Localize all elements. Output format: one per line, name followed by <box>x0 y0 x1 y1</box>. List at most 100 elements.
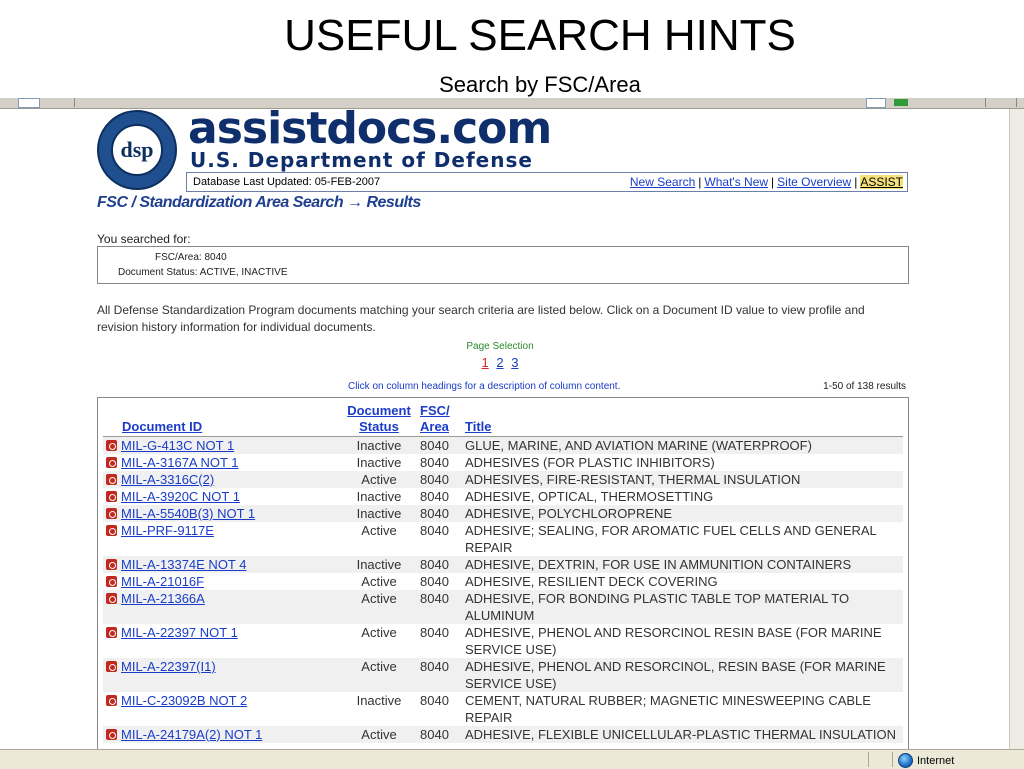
cell-document-id: MIL-A-22397 NOT 1 <box>103 624 341 658</box>
acrobat-document-icon[interactable] <box>106 576 117 587</box>
acrobat-document-icon[interactable] <box>106 729 117 740</box>
document-id-link[interactable]: MIL-A-22397(I1) <box>121 659 216 674</box>
table-row: MIL-A-3920C NOT 1 Inactive 8040 ADHESIVE, O… <box>103 488 903 505</box>
col-header-title[interactable]: Title <box>462 402 903 437</box>
col-header-status-line1[interactable]: Document <box>347 403 411 418</box>
document-id-link[interactable]: MIL-PRF-9117E <box>121 523 214 538</box>
results-heading: FSC / Standardization Area Search → Resu… <box>97 194 421 211</box>
document-id-link[interactable]: MIL-G-413C NOT 1 <box>121 438 234 453</box>
assist-link[interactable]: ASSIST <box>860 175 903 189</box>
status-divider <box>892 752 893 767</box>
col-header-fsc-area[interactable]: FSC/Area <box>417 402 462 437</box>
cell-document-id: MIL-PRF-9117E <box>103 522 341 556</box>
top-links: New Search | What's New | Site Overview | ASSI… <box>630 173 903 191</box>
link-separator: | <box>854 175 858 189</box>
acrobat-document-icon[interactable] <box>106 695 117 706</box>
document-id-link[interactable]: MIL-A-3167A NOT 1 <box>121 455 239 470</box>
cell-title: ADHESIVE, POLYCHLOROPRENE <box>462 505 903 522</box>
document-id-link[interactable]: MIL-A-13374E NOT 4 <box>121 557 246 572</box>
cell-document-status: Active <box>341 590 417 624</box>
table-row: MIL-A-22397(I1) Active 8040 ADHESIVE, PHENO… <box>103 658 903 692</box>
results-body: MIL-G-413C NOT 1 Inactive 8040 GLUE, MARINE… <box>103 437 903 743</box>
cell-fsc-area: 8040 <box>420 625 449 640</box>
page-link-2[interactable]: 2 <box>496 355 503 370</box>
table-row: MIL-A-3316C(2) Active 8040 ADHESIVES, FIRE-… <box>103 471 903 488</box>
document-id-link[interactable]: MIL-A-21016F <box>121 574 204 589</box>
toolbar-separator <box>985 98 986 107</box>
page-link-1[interactable]: 1 <box>482 355 489 370</box>
cell-document-id: MIL-A-3920C NOT 1 <box>103 488 341 505</box>
searched-for-label: You searched for: <box>97 232 191 246</box>
table-row: MIL-A-3167A NOT 1 Inactive 8040 ADHESIVES (… <box>103 454 903 471</box>
cell-fsc-area: 8040 <box>420 574 449 589</box>
document-id-link[interactable]: MIL-A-24179A(2) NOT 1 <box>121 727 262 742</box>
document-id-link[interactable]: MIL-A-22397 NOT 1 <box>121 625 238 640</box>
acrobat-document-icon[interactable] <box>106 508 117 519</box>
go-button[interactable] <box>894 99 908 106</box>
cell-document-id: MIL-A-5540B(3) NOT 1 <box>103 505 341 522</box>
col-header-document-id[interactable]: Document ID <box>103 402 341 437</box>
cell-fsc-area: 8040 <box>417 471 462 488</box>
cell-document-status: Active <box>341 726 417 743</box>
security-zone: Internet <box>898 753 954 768</box>
results-description: All Defense Standardization Program docu… <box>97 303 865 334</box>
acrobat-document-icon[interactable] <box>106 661 117 672</box>
cell-document-status: Inactive <box>341 505 417 522</box>
table-row: MIL-C-23092B NOT 2 Inactive 8040 CEMENT, NA… <box>103 692 903 726</box>
acrobat-document-icon[interactable] <box>106 593 117 604</box>
col-header-status-line2[interactable]: Status <box>359 419 399 434</box>
document-id-link[interactable]: MIL-C-23092B NOT 2 <box>121 693 247 708</box>
cell-title: GLUE, MARINE, AND AVIATION MARINE (WATER… <box>462 437 903 454</box>
acrobat-document-icon[interactable] <box>106 440 117 451</box>
document-id-link[interactable]: MIL-A-3920C NOT 1 <box>121 489 240 504</box>
results-table: Document ID Document Status FSC/Area Titl… <box>103 402 903 743</box>
column-hint: Click on column headings for a descripti… <box>348 381 621 392</box>
criteria-fsc-area: FSC/Area: 8040 <box>155 252 227 263</box>
col-header-document-status[interactable]: Document Status <box>341 402 417 437</box>
cell-document-status: Inactive <box>356 489 402 504</box>
table-row: MIL-A-24179A(2) NOT 1 Active 8040 ADHESIVE,… <box>103 726 903 743</box>
cell-title: ADHESIVES, FIRE-RESISTANT, THERMAL INSUL… <box>462 471 903 488</box>
cell-fsc-area: 8040 <box>420 455 449 470</box>
site-brand: assistdocs.com <box>188 103 552 154</box>
cell-fsc-area: 8040 <box>420 523 449 538</box>
toolbar-separator <box>74 98 75 107</box>
page-selection-label: Page Selection <box>466 341 534 352</box>
new-search-link[interactable]: New Search <box>630 175 695 189</box>
cell-document-id: MIL-A-3167A NOT 1 <box>103 454 341 471</box>
cell-fsc-area: 8040 <box>417 505 462 522</box>
document-id-link[interactable]: MIL-A-21366A <box>121 591 205 606</box>
site-overview-link[interactable]: Site Overview <box>777 175 851 189</box>
acrobat-document-icon[interactable] <box>106 474 117 485</box>
col-header-fsc-line2[interactable]: Area <box>420 419 449 434</box>
cell-title: ADHESIVE, PHENOL AND RESORCINOL, RESIN B… <box>462 658 903 692</box>
acrobat-document-icon[interactable] <box>106 627 117 638</box>
cell-fsc-area: 8040 <box>420 693 449 708</box>
acrobat-document-icon[interactable] <box>106 457 117 468</box>
cell-title: ADHESIVE, PHENOL AND RESORCINOL RESIN BA… <box>465 625 882 657</box>
table-row: MIL-A-5540B(3) NOT 1 Inactive 8040 ADHESIVE… <box>103 505 903 522</box>
vertical-scrollbar[interactable] <box>1009 109 1024 749</box>
cell-document-status: Active <box>361 625 397 640</box>
cell-fsc-area: 8040 <box>417 590 462 624</box>
document-id-link[interactable]: MIL-A-5540B(3) NOT 1 <box>121 506 255 521</box>
cell-title: ADHESIVES (FOR PLASTIC INHIBITORS) <box>465 455 715 470</box>
toolbar-box-left <box>18 98 40 108</box>
zone-label: Internet <box>917 754 955 767</box>
cell-document-status: Inactive <box>356 693 402 708</box>
page-link-3[interactable]: 3 <box>511 355 518 370</box>
slide-subtitle: Search by FSC/Area <box>439 72 641 97</box>
acrobat-document-icon[interactable] <box>106 525 117 536</box>
col-header-fsc-line1[interactable]: FSC/ <box>420 403 450 418</box>
cell-document-id: MIL-A-22397(I1) <box>103 658 341 692</box>
cell-title: ADHESIVE, FLEXIBLE UNICELLULAR-PLASTIC T… <box>462 726 903 743</box>
cell-document-status: Inactive <box>341 437 417 454</box>
cell-title: ADHESIVE; SEALING, FOR AROMATIC FUEL CEL… <box>465 523 877 555</box>
globe-icon <box>898 753 913 768</box>
whats-new-link[interactable]: What's New <box>704 175 768 189</box>
seal-letters: dsp <box>111 124 163 176</box>
acrobat-document-icon[interactable] <box>106 559 117 570</box>
document-id-link[interactable]: MIL-A-3316C(2) <box>121 472 214 487</box>
cell-fsc-area: 8040 <box>417 437 462 454</box>
acrobat-document-icon[interactable] <box>106 491 117 502</box>
